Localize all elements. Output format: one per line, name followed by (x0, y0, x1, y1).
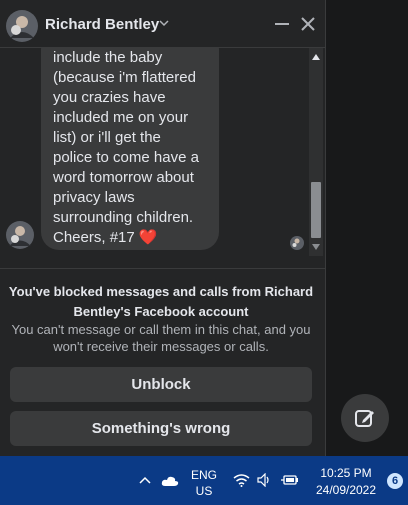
message-bubble[interactable]: include the baby (because i'm flattered … (41, 48, 219, 250)
battery-icon[interactable] (281, 473, 299, 487)
something-wrong-button[interactable]: Something's wrong (10, 411, 312, 446)
chevron-down-icon[interactable] (158, 17, 170, 29)
region-code: US (195, 484, 213, 498)
language-code: ENG (190, 468, 217, 482)
contact-name[interactable]: Richard Bentley (45, 16, 159, 33)
notification-badge[interactable]: 6 (387, 473, 403, 489)
new-message-button[interactable] (341, 394, 389, 442)
wifi-icon[interactable] (233, 473, 250, 487)
unblock-button[interactable]: Unblock (10, 367, 312, 402)
speaker-icon[interactable] (257, 473, 272, 487)
seen-avatar (290, 236, 304, 250)
avatar[interactable] (6, 10, 38, 42)
divider (0, 268, 326, 269)
chevron-up-icon[interactable] (139, 475, 151, 487)
scrollbar-thumb[interactable] (311, 182, 321, 238)
clock[interactable]: 10:25 PM 24/09/2022 (306, 465, 386, 499)
language-indicator[interactable]: ENG US (189, 467, 219, 499)
windows-taskbar: ENG US 10:25 PM 24/09/2022 6 (0, 456, 408, 505)
sender-avatar (6, 221, 34, 249)
chat-header[interactable]: Richard Bentley (0, 0, 326, 48)
chat-window: Richard Bentley include the baby (becaus… (0, 0, 326, 456)
blocked-notice-description: You can't message or call them in this c… (11, 322, 311, 354)
message-text: include the baby (because i'm flattered … (53, 49, 199, 246)
clock-date: 24/09/2022 (315, 483, 377, 497)
compose-icon (355, 410, 374, 427)
message-list[interactable]: include the baby (because i'm flattered … (0, 48, 326, 258)
scroll-down-arrow-icon[interactable] (312, 244, 320, 250)
minimize-icon[interactable] (272, 14, 292, 34)
close-icon[interactable] (298, 14, 318, 34)
onedrive-cloud-icon[interactable] (161, 475, 179, 487)
message-scrollbar[interactable] (309, 48, 323, 256)
blocked-notice-title: You've blocked messages and calls from R… (8, 284, 314, 319)
scroll-up-arrow-icon[interactable] (312, 54, 320, 60)
clock-time: 10:25 PM (320, 466, 372, 480)
